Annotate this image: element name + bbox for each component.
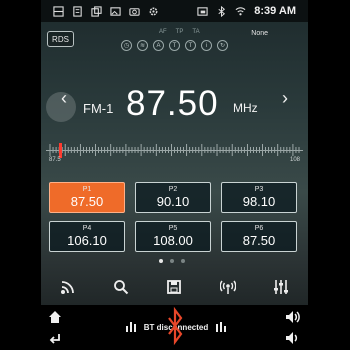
preset-name: P4 [82, 225, 92, 232]
preset-p5[interactable]: P5 108.00 [135, 221, 211, 252]
clock-mode-icon[interactable]: ◷ [121, 40, 132, 51]
camera-icon [129, 7, 140, 16]
equalizer-icon[interactable] [272, 278, 290, 296]
status-left-icons [41, 5, 159, 17]
notes-icon[interactable] [72, 5, 83, 17]
scale-max-label: 108 [289, 157, 300, 163]
pty-label: None [251, 30, 268, 37]
copy-icon [91, 5, 102, 17]
page-dot[interactable] [159, 259, 163, 263]
image-icon [110, 6, 121, 16]
back-icon[interactable] [47, 330, 63, 346]
tuning-scale[interactable]: 87.5 108 [46, 138, 303, 164]
preset-p3[interactable]: P3 98.10 [221, 182, 297, 213]
page-indicator[interactable] [159, 259, 185, 263]
radio-toolbar [41, 276, 308, 298]
af-mode-icon[interactable]: A [153, 40, 164, 51]
clock: 8:39 AM [254, 5, 296, 17]
seek-next-button[interactable]: › [282, 88, 288, 109]
home-icon[interactable] [47, 309, 63, 325]
status-right-icons: 8:39 AM [197, 5, 308, 17]
mode-icons: ◷ ≋ A T T i ↻ [121, 40, 228, 51]
broadcast-icon[interactable] [59, 278, 77, 296]
band-label[interactable]: FM-1 [83, 101, 113, 116]
preset-name: P3 [254, 186, 264, 193]
seek-prev-button[interactable]: ‹ [61, 88, 67, 109]
preset-p2[interactable]: P2 90.10 [135, 182, 211, 213]
tp-mode-icon[interactable]: T [169, 40, 180, 51]
preset-grid: P1 87.50 P2 90.10 P3 98.10 P4 106.10 P5 … [49, 182, 300, 252]
flag-af: AF [159, 29, 167, 35]
scale-ticks [49, 144, 300, 156]
search-icon[interactable] [112, 278, 130, 296]
bluetooth-icon [218, 5, 226, 17]
preset-frequency: 98.10 [242, 194, 276, 209]
save-icon[interactable] [165, 278, 183, 296]
info-mode-icon[interactable]: i [201, 40, 212, 51]
bluetooth-logo-icon [168, 306, 183, 346]
page-dot[interactable] [181, 259, 185, 263]
frequency-unit: MHz [233, 101, 258, 115]
volume-down-icon[interactable] [284, 330, 300, 346]
radio-screen: 8:39 AM RDS AF TP TA None ◷ ≋ A T T i ↻ … [41, 0, 308, 350]
preset-frequency: 87.50 [242, 233, 276, 248]
preset-name: P1 [82, 186, 92, 193]
preset-p1[interactable]: P1 87.50 [49, 182, 125, 213]
preset-name: P5 [168, 225, 178, 232]
scale-line [46, 150, 303, 151]
gear-icon [149, 7, 158, 15]
frequency-display: ‹ FM-1 87.50 MHz › [41, 84, 308, 130]
ta-mode-icon[interactable]: T [185, 40, 196, 51]
frequency-value: 87.50 [126, 84, 219, 123]
wifi-icon [235, 6, 246, 15]
rds-button[interactable]: RDS [47, 31, 74, 47]
audio-level-right-icon [216, 322, 227, 332]
preset-p6[interactable]: P6 87.50 [221, 221, 297, 252]
window-icon[interactable] [53, 5, 64, 17]
preset-p4[interactable]: P4 106.10 [49, 221, 125, 252]
preset-frequency: 106.10 [67, 233, 107, 248]
preset-frequency: 87.50 [70, 194, 104, 209]
audio-level-left-icon [125, 322, 136, 332]
page-dot[interactable] [170, 259, 174, 263]
status-bar: 8:39 AM [41, 0, 308, 22]
loop-mode-icon[interactable]: ↻ [217, 40, 228, 51]
cast-icon [197, 6, 208, 16]
preset-name: P2 [168, 186, 178, 193]
signal-mode-icon[interactable]: ≋ [137, 40, 148, 51]
scale-min-label: 87.5 [49, 157, 61, 163]
tuning-needle[interactable] [59, 143, 62, 158]
flag-ta: TA [192, 29, 200, 35]
preset-name: P6 [254, 225, 264, 232]
flag-tp: TP [175, 29, 184, 35]
preset-frequency: 90.10 [156, 194, 190, 209]
rds-flags: AF TP TA [159, 29, 200, 35]
preset-frequency: 108.00 [153, 233, 193, 248]
volume-up-icon[interactable] [284, 309, 300, 325]
radio-antenna-icon[interactable] [219, 278, 237, 296]
